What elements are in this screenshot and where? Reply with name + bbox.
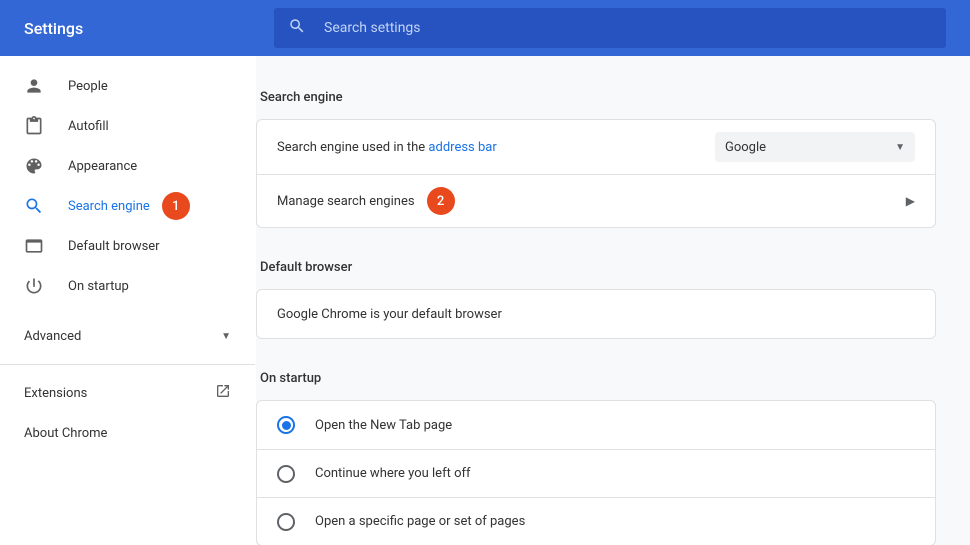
header: Settings xyxy=(0,0,970,56)
clipboard-icon xyxy=(24,116,44,136)
main-content: Search engine Search engine used in the … xyxy=(256,56,970,545)
chevron-down-icon: ▼ xyxy=(221,331,231,342)
section-title-default-browser: Default browser xyxy=(256,246,936,289)
sidebar-item-label: People xyxy=(68,79,108,94)
startup-card: Open the New Tab page Continue where you… xyxy=(256,400,936,545)
advanced-label: Advanced xyxy=(24,329,81,344)
search-engine-text: Search engine used in the address bar xyxy=(277,140,497,155)
extensions-label: Extensions xyxy=(24,386,87,401)
sidebar-item-default-browser[interactable]: Default browser xyxy=(0,226,255,266)
search-box[interactable] xyxy=(274,8,946,48)
search-engine-card: Search engine used in the address bar Go… xyxy=(256,119,936,228)
sidebar-advanced[interactable]: Advanced ▼ xyxy=(0,316,255,356)
radio-label: Open the New Tab page xyxy=(315,418,452,433)
sidebar-item-label: On startup xyxy=(68,279,129,294)
annotation-1: 1 xyxy=(162,192,190,220)
startup-option-continue[interactable]: Continue where you left off xyxy=(257,449,935,497)
manage-label: Manage search engines xyxy=(277,194,415,209)
annotation-2: 2 xyxy=(427,187,455,215)
section-title-startup: On startup xyxy=(256,357,936,400)
sidebar-item-label: Default browser xyxy=(68,239,160,254)
default-browser-row: Google Chrome is your default browser xyxy=(257,290,935,338)
app-title: Settings xyxy=(24,19,274,38)
search-input[interactable] xyxy=(324,20,932,36)
manage-search-engines-row[interactable]: Manage search engines 2 ▶ xyxy=(257,174,935,227)
external-link-icon xyxy=(215,383,231,403)
startup-option-specific[interactable]: Open a specific page or set of pages xyxy=(257,497,935,545)
sidebar-item-appearance[interactable]: Appearance xyxy=(0,146,255,186)
address-bar-link[interactable]: address bar xyxy=(428,140,496,155)
sidebar-item-people[interactable]: People xyxy=(0,66,255,106)
sidebar-item-label: Search engine xyxy=(68,199,150,214)
sidebar-item-search-engine[interactable]: Search engine 1 xyxy=(0,186,255,226)
sidebar-item-label: Appearance xyxy=(68,159,137,174)
sidebar: People Autofill Appearance Search engine… xyxy=(0,56,256,545)
default-browser-card: Google Chrome is your default browser xyxy=(256,289,936,339)
sidebar-extensions[interactable]: Extensions xyxy=(0,373,255,413)
search-icon xyxy=(288,17,306,39)
about-label: About Chrome xyxy=(24,426,107,441)
sidebar-item-autofill[interactable]: Autofill xyxy=(0,106,255,146)
sidebar-about[interactable]: About Chrome xyxy=(0,413,255,453)
radio-label: Open a specific page or set of pages xyxy=(315,514,525,529)
person-icon xyxy=(24,76,44,96)
search-engine-row: Search engine used in the address bar Go… xyxy=(257,120,935,174)
section-title-search-engine: Search engine xyxy=(256,76,936,119)
browser-icon xyxy=(24,236,44,256)
radio-button[interactable] xyxy=(277,513,295,531)
sidebar-item-startup[interactable]: On startup xyxy=(0,266,255,306)
power-icon xyxy=(24,276,44,296)
default-browser-text: Google Chrome is your default browser xyxy=(277,307,502,322)
select-value: Google xyxy=(725,140,766,155)
divider xyxy=(0,364,255,365)
sidebar-item-label: Autofill xyxy=(68,119,109,134)
chevron-down-icon: ▼ xyxy=(895,142,905,153)
search-icon xyxy=(24,196,44,216)
radio-label: Continue where you left off xyxy=(315,466,471,481)
radio-button[interactable] xyxy=(277,465,295,483)
startup-option-newtab[interactable]: Open the New Tab page xyxy=(257,401,935,449)
palette-icon xyxy=(24,156,44,176)
radio-button[interactable] xyxy=(277,416,295,434)
chevron-right-icon: ▶ xyxy=(906,194,915,208)
search-engine-select[interactable]: Google ▼ xyxy=(715,132,915,162)
